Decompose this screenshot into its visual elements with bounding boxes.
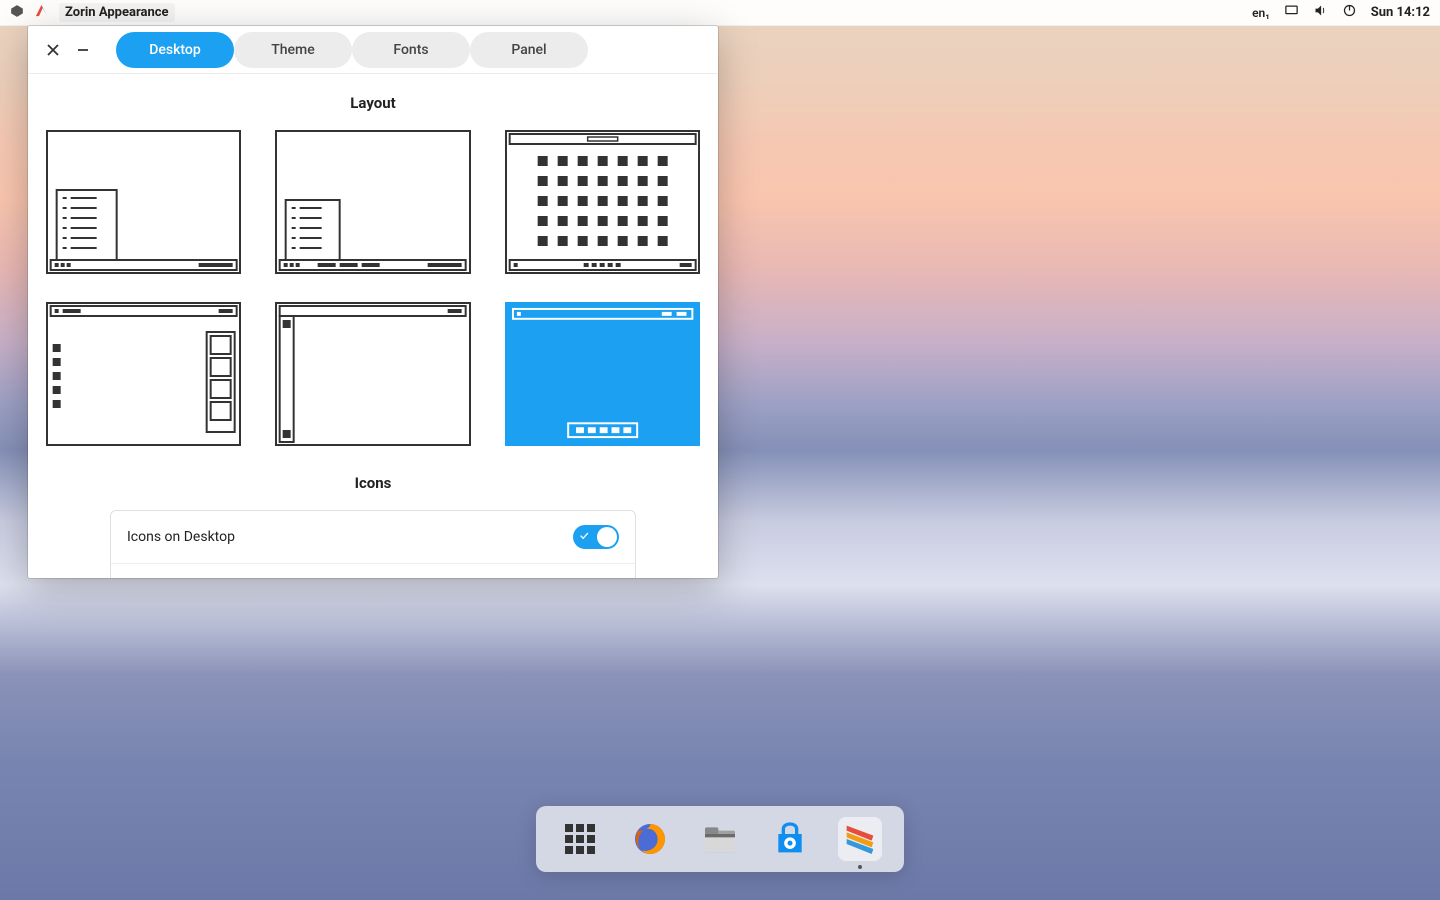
firefox-icon (630, 819, 670, 859)
zorin-menu-icon[interactable] (10, 4, 24, 22)
icons-on-desktop-toggle[interactable]: ✓ (573, 525, 619, 549)
close-button[interactable] (38, 35, 68, 65)
dock-app-grid[interactable] (558, 817, 602, 861)
layout-section-title: Layout (46, 94, 700, 112)
icons-panel: Icons on Desktop ✓ Home (110, 510, 636, 578)
tab-panel[interactable]: Panel (470, 32, 588, 68)
clock[interactable]: Sun 14:12 (1371, 5, 1430, 20)
icons-on-desktop-label: Icons on Desktop (127, 529, 235, 545)
keyboard-language-indicator[interactable]: en₁ (1252, 6, 1270, 20)
layout-grid (46, 130, 700, 446)
dock-appearance[interactable] (838, 817, 882, 861)
icons-section-title: Icons (46, 474, 700, 492)
files-icon (700, 819, 740, 859)
dock-firefox[interactable] (628, 817, 672, 861)
layout-option-windows-small[interactable] (275, 130, 470, 274)
volume-icon[interactable] (1313, 3, 1328, 22)
appearance-window: Desktop Theme Fonts Panel Layout (28, 26, 718, 578)
tab-group: Desktop Theme Fonts Panel (116, 32, 588, 68)
layout-option-app-grid[interactable] (505, 130, 700, 274)
dock (536, 806, 904, 872)
layout-option-windows-classic[interactable] (46, 130, 241, 274)
top-panel: Zorin Appearance en₁ Sun 14:12 (0, 0, 1440, 26)
dock-files[interactable] (698, 817, 742, 861)
layout-option-side-dock[interactable] (46, 302, 241, 446)
display-icon[interactable] (1284, 3, 1299, 22)
window-titlebar: Desktop Theme Fonts Panel (28, 26, 718, 74)
minimize-button[interactable] (68, 35, 98, 65)
tab-desktop[interactable]: Desktop (116, 32, 234, 68)
window-content: Layout (28, 74, 718, 578)
icons-on-desktop-row: Icons on Desktop ✓ (111, 511, 635, 563)
software-icon (770, 819, 810, 859)
home-icon-row[interactable]: Home (111, 563, 635, 578)
appearance-icon (840, 819, 880, 859)
tab-fonts[interactable]: Fonts (352, 32, 470, 68)
app-icon (34, 3, 49, 22)
power-icon[interactable] (1342, 3, 1357, 22)
dock-software[interactable] (768, 817, 812, 861)
layout-option-gnome-dock[interactable] (505, 302, 700, 446)
layout-option-unity[interactable] (275, 302, 470, 446)
app-grid-icon (565, 824, 595, 854)
tab-theme[interactable]: Theme (234, 32, 352, 68)
app-title[interactable]: Zorin Appearance (59, 3, 175, 22)
